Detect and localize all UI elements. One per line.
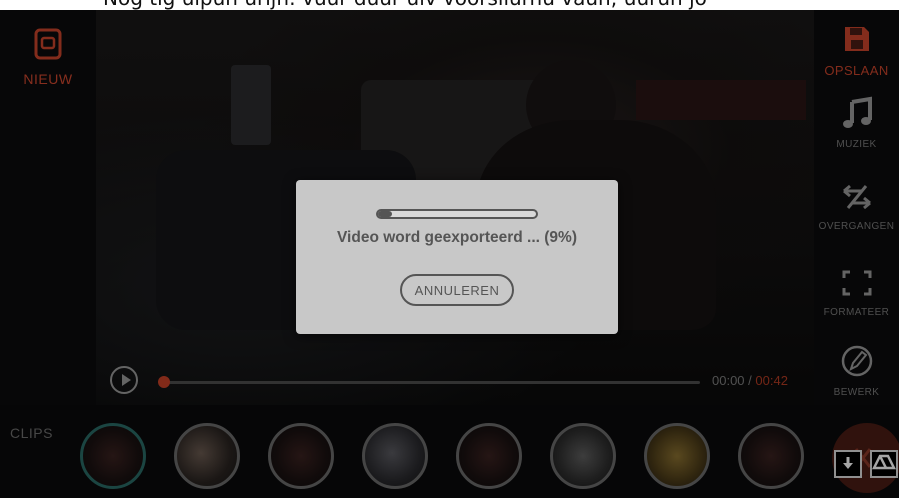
cancel-button[interactable]: ANNULEREN [400, 274, 514, 306]
crop-frame-icon [842, 270, 871, 296]
download-button[interactable] [834, 450, 862, 478]
right-sidebar: OPSLAAN MUZIEK OVERGANGEN FORMATEER BEWE… [814, 10, 899, 405]
clip-thumbnail[interactable] [644, 423, 710, 489]
top-caption-strip: Nog tig ulpun urijn: vuur duur ulv voors… [0, 0, 899, 10]
transitions-button[interactable]: OVERGANGEN [814, 182, 899, 232]
left-sidebar: NIEUW [0, 10, 96, 405]
export-progress-fill [378, 211, 393, 217]
clip-thumbnail[interactable] [456, 423, 522, 489]
play-button[interactable] [110, 366, 138, 394]
save-button[interactable]: OPSLAAN [814, 24, 899, 78]
music-note-icon [842, 96, 872, 128]
transition-icon [842, 184, 871, 210]
save-label: OPSLAAN [824, 63, 889, 78]
export-status-message: Video word geexporteerd ... (9%) [336, 229, 577, 246]
transitions-label: OVERGANGEN [818, 221, 895, 232]
clip-thumbnail[interactable] [80, 423, 146, 489]
format-label: FORMATEER [823, 307, 890, 318]
pencil-icon [841, 345, 872, 377]
edit-button[interactable]: BEWERK [814, 344, 899, 398]
save-icon [844, 27, 869, 51]
document-icon [34, 28, 62, 60]
top-caption-text: Nog tig ulpun urijn: vuur duur ulv voors… [103, 0, 899, 10]
music-button[interactable]: MUZIEK [814, 96, 899, 150]
export-progress-bar [376, 209, 538, 219]
clip-thumbnail[interactable] [268, 423, 334, 489]
clips-bar: CLIPS [0, 405, 899, 498]
clips-label: CLIPS [10, 425, 53, 441]
new-project-label: NIEUW [23, 71, 73, 87]
duration-time: 00:42 [755, 373, 788, 388]
time-separator: / [744, 373, 756, 388]
music-label: MUZIEK [836, 139, 877, 150]
google-drive-button[interactable] [870, 450, 898, 478]
current-time: 00:00 [712, 373, 745, 388]
format-button[interactable]: FORMATEER [814, 268, 899, 318]
clip-thumbnail[interactable] [174, 423, 240, 489]
timeline-scrubber[interactable] [158, 376, 700, 388]
download-icon [843, 457, 853, 469]
export-progress-dialog: Video word geexporteerd ... (9%) ANNULER… [296, 180, 618, 334]
clip-thumbnail[interactable] [550, 423, 616, 489]
time-display: 00:00 / 00:42 [712, 373, 788, 388]
google-drive-icon [871, 454, 897, 470]
scrubber-knob[interactable] [158, 376, 170, 388]
clip-thumbnail[interactable] [362, 423, 428, 489]
clip-thumbnail[interactable] [738, 423, 804, 489]
edit-label: BEWERK [833, 387, 880, 398]
new-project-button[interactable]: NIEUW [18, 28, 78, 87]
